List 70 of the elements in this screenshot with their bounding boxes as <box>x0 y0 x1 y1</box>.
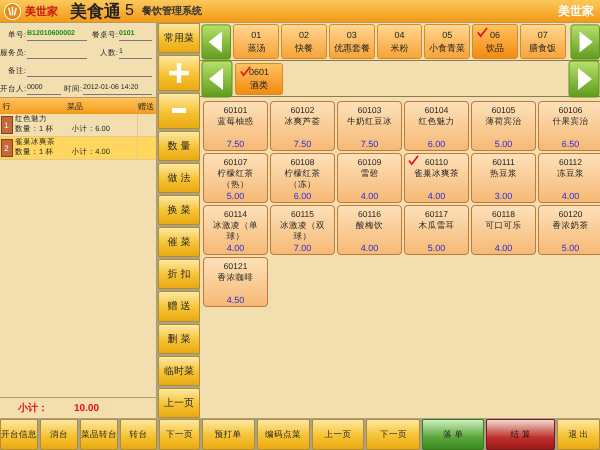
dish-card[interactable]: 60111 热豆浆 3.00 <box>471 153 536 203</box>
dish-card[interactable]: 60104 红色魅力 6.00 <box>404 101 469 151</box>
dish-card[interactable]: 60121 香浓咖啡 4.50 <box>203 257 268 307</box>
dish-card[interactable]: 60120 香浓奶茶 5.00 <box>538 205 600 255</box>
toolbar-button[interactable]: 菜品转台 <box>80 419 118 450</box>
side-button[interactable]: 折 扣 <box>158 259 200 290</box>
side-button[interactable]: 常用菜 <box>158 23 200 54</box>
dish-card[interactable]: 60109 雪碧 4.00 <box>337 153 402 203</box>
dish-card[interactable]: 60115 冰激凌（双球） 7.00 <box>270 205 335 255</box>
category-tab[interactable]: 05 小食青菜 <box>424 24 470 59</box>
left-arrow-button[interactable] <box>201 60 233 98</box>
toolbar-button[interactable]: 结 算 <box>486 419 556 450</box>
toolbar-button[interactable]: 预打单 <box>202 419 255 450</box>
add-button[interactable] <box>158 55 200 91</box>
dish-card[interactable]: 60110 雀巢冰爽茶 4.00 <box>404 153 469 203</box>
toolbar-button[interactable]: 编码点菜 <box>256 419 310 450</box>
row-number: 1 <box>0 116 12 134</box>
dish-card[interactable]: 60106 什果宾治 6.50 <box>538 101 600 151</box>
brand-name: 美世家 <box>25 4 58 18</box>
side-button[interactable]: 上一页 <box>158 388 200 418</box>
category-tab[interactable]: 07 膳食饭 <box>520 24 566 59</box>
total-label: 小计： <box>18 402 48 415</box>
dish-card[interactable]: 60112 冻豆浆 4.00 <box>538 153 600 203</box>
side-button[interactable]: 删 菜 <box>158 324 200 354</box>
remove-button[interactable] <box>158 92 200 129</box>
column-header: 行 <box>0 100 14 112</box>
dish-card[interactable]: 60118 可口可乐 4.00 <box>471 205 536 255</box>
toolbar-button[interactable]: 开台信息 <box>0 419 38 450</box>
column-header: 菜品 <box>14 100 137 112</box>
minus-icon <box>172 108 186 114</box>
brand-name: 美世家 <box>558 2 594 20</box>
side-button[interactable]: 做 法 <box>158 162 200 193</box>
toolbar-button[interactable]: 下一页 <box>158 419 200 450</box>
toolbar-button[interactable]: 退 出 <box>557 419 600 450</box>
category-tab[interactable]: 04 米粉 <box>376 24 422 59</box>
left-arrow-button[interactable] <box>201 22 232 60</box>
dish-card[interactable]: 60108 柠檬红茶（冻） 6.00 <box>270 153 335 203</box>
product-name: 美食通 <box>70 0 121 22</box>
category-tab[interactable]: 06 饮品 <box>472 24 518 59</box>
side-button[interactable]: 换 菜 <box>158 194 200 226</box>
side-button[interactable]: 赠 送 <box>158 291 200 322</box>
category-tab[interactable]: 03 优惠套餐 <box>328 24 375 59</box>
dish-card[interactable]: 60103 牛奶红豆冰 7.50 <box>337 101 402 151</box>
logo-icon <box>4 2 21 20</box>
side-button[interactable]: 催 菜 <box>158 227 200 258</box>
plus-icon <box>168 62 190 84</box>
dish-card[interactable]: 60116 酸梅饮 4.00 <box>337 205 402 255</box>
toolbar-button[interactable]: 转台 <box>120 419 157 450</box>
dish-card[interactable]: 60102 冰爽芦荟 7.50 <box>270 101 335 151</box>
dish-card[interactable]: 60114 冰激凌（单球） 4.00 <box>203 205 268 255</box>
toolbar-button[interactable]: 消台 <box>40 419 78 450</box>
toolbar-button[interactable]: 下一页 <box>366 419 420 450</box>
dish-card[interactable]: 60105 薄荷宾治 5.00 <box>471 101 536 151</box>
side-button[interactable]: 临时菜 <box>158 356 200 386</box>
row-number: 2 <box>0 139 12 157</box>
category-tab[interactable]: 01 蒸汤 <box>233 24 280 59</box>
dish-card[interactable]: 60117 木瓜雪耳 5.00 <box>404 205 469 255</box>
subcategory-tab[interactable]: 0601 酒类 <box>235 62 283 94</box>
app-subtitle: 餐饮管理系统 <box>142 4 202 18</box>
version-number: 5 <box>125 2 134 20</box>
side-button[interactable]: 数 量 <box>158 130 200 161</box>
category-tab[interactable]: 02 快餐 <box>281 24 327 59</box>
dish-card[interactable]: 60107 柠檬红茶（热） 5.00 <box>203 153 268 203</box>
right-arrow-button[interactable] <box>570 22 600 60</box>
column-header: 赠送 <box>137 100 156 112</box>
dish-card[interactable]: 60101 蓝莓柚惑 7.50 <box>203 101 268 151</box>
right-arrow-button[interactable] <box>568 60 600 98</box>
toolbar-button[interactable]: 上一页 <box>312 419 364 450</box>
total-value: 10.00 <box>74 402 100 414</box>
toolbar-button[interactable]: 落 单 <box>422 419 484 450</box>
